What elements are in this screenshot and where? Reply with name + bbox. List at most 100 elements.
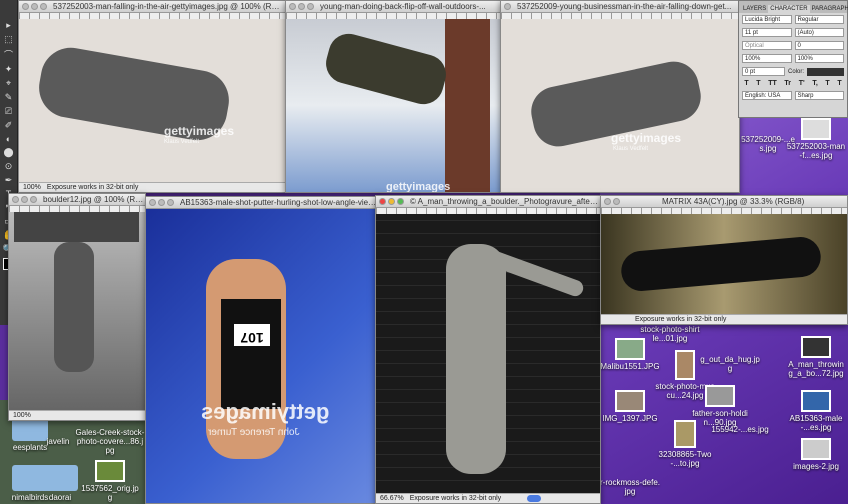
- title-bar[interactable]: 537252009-young-businessman-in-the-air-f…: [501, 1, 739, 13]
- desktop-file[interactable]: 537252003-man-f...es.jpg: [786, 118, 846, 160]
- close-button[interactable]: [12, 196, 19, 203]
- faux-italic-button[interactable]: T: [756, 80, 760, 87]
- status-text: Exposure works in 32-bit only: [635, 316, 727, 323]
- minimize-button[interactable]: [298, 3, 305, 10]
- document-window-shot-putter[interactable]: AB15363-male-shot-putter-hurling-shot-lo…: [145, 196, 380, 504]
- tab-layers[interactable]: LAYERS: [741, 5, 768, 13]
- document-window-matrix[interactable]: MATRIX 43A(CY).jpg @ 33.3% (RGB/8) Expos…: [600, 195, 848, 325]
- gradient-tool-icon[interactable]: ⬤: [3, 147, 13, 158]
- horizontal-scrollbar-thumb[interactable]: [527, 495, 542, 502]
- kerning-select[interactable]: Optical: [742, 41, 792, 50]
- strikethrough-button[interactable]: T: [837, 80, 841, 87]
- photo-canvas: [601, 214, 847, 314]
- desktop-file[interactable]: 155942-...es.jpg: [710, 425, 770, 434]
- crop-tool-icon[interactable]: ⌖: [6, 78, 11, 89]
- title-bar[interactable]: young-man-doing-back-flip-off-wall-outdo…: [286, 1, 500, 13]
- language-select[interactable]: English: USA: [742, 91, 792, 100]
- zoom-button[interactable]: [397, 198, 404, 205]
- superscript-button[interactable]: T': [799, 80, 805, 87]
- minimize-button[interactable]: [388, 198, 395, 205]
- desktop-file[interactable]: IMG_1397.JPG: [600, 390, 660, 423]
- tab-character[interactable]: CHARACTER: [768, 5, 810, 13]
- title-bar[interactable]: © A_man_throwing_a_boulder._Photogravure…: [376, 196, 600, 208]
- desktop-file[interactable]: g_out_da_hug.jpg: [700, 355, 760, 373]
- desktop-file[interactable]: A_man_throwing_a_bo...72.jpg: [786, 336, 846, 378]
- photo-canvas: 107 gettyimages John Terence Turner: [146, 209, 379, 503]
- close-button[interactable]: [504, 3, 511, 10]
- eraser-tool-icon[interactable]: ◐: [6, 134, 11, 144]
- document-window-businessman[interactable]: 537252009-young-businessman-in-the-air-f…: [500, 0, 740, 193]
- photo-canvas: [376, 214, 600, 493]
- close-button[interactable]: [379, 198, 386, 205]
- watermark: gettyimages: [201, 399, 330, 424]
- title-bar[interactable]: AB15363-male-shot-putter-hurling-shot-lo…: [146, 197, 379, 209]
- dodge-tool-icon[interactable]: ⊙: [5, 161, 13, 172]
- desktop-file[interactable]: 32308865-Two-...to.jpg: [655, 420, 715, 468]
- color-swatch[interactable]: [807, 67, 845, 76]
- baseline-shift-input[interactable]: 0 pt: [742, 67, 785, 76]
- vertical-scale-input[interactable]: 100%: [742, 54, 792, 63]
- document-window-back-flip[interactable]: young-man-doing-back-flip-off-wall-outdo…: [285, 0, 501, 193]
- close-button[interactable]: [149, 199, 156, 206]
- underline-button[interactable]: T: [825, 80, 829, 87]
- close-button[interactable]: [22, 3, 29, 10]
- status-bar: 100%: [9, 410, 145, 420]
- zoom-button[interactable]: [30, 196, 37, 203]
- athlete-vest: [221, 299, 281, 409]
- magic-wand-tool-icon[interactable]: ✦: [5, 64, 13, 75]
- zoom-button[interactable]: [167, 199, 174, 206]
- subscript-button[interactable]: T,: [812, 80, 817, 87]
- minimize-button[interactable]: [21, 196, 28, 203]
- document-window-boulder12[interactable]: boulder12.jpg @ 100% (RGB/8) 100%: [8, 193, 146, 421]
- desktop-file-1537562[interactable]: 1537562_orig.jpg: [80, 460, 140, 502]
- move-tool-icon[interactable]: ▸: [6, 20, 11, 31]
- zoom-button[interactable]: [307, 3, 314, 10]
- window-title: AB15363-male-shot-putter-hurling-shot-lo…: [180, 198, 379, 207]
- small-caps-button[interactable]: Tr: [784, 80, 791, 87]
- status-bar: 66.67% Exposure works in 32-bit only: [376, 493, 600, 503]
- lasso-tool-icon[interactable]: ⌒: [4, 48, 13, 61]
- font-family-select[interactable]: Lucida Bright: [742, 15, 792, 24]
- desktop-file[interactable]: AB15363-male-...es.jpg: [786, 390, 846, 432]
- folder-icon: [42, 465, 78, 491]
- history-brush-icon[interactable]: ✐: [5, 120, 13, 131]
- title-bar[interactable]: 537252003-man-falling-in-the-air-gettyim…: [19, 1, 285, 13]
- desktop-file[interactable]: Malibu1551.JPG: [600, 338, 660, 371]
- marquee-tool-icon[interactable]: ⬚: [4, 34, 13, 45]
- desktop-file-gales-creek[interactable]: Gales-Creek-stock-photo-covere...86.jpg: [75, 428, 145, 455]
- watermark: gettyimages: [611, 131, 682, 145]
- minimize-button[interactable]: [158, 199, 165, 206]
- desktop-file[interactable]: images-2.jpg: [786, 438, 846, 471]
- tab-paragraph[interactable]: PARAGRAPH: [810, 5, 848, 13]
- document-window-man-falling[interactable]: 537252003-man-falling-in-the-air-gettyim…: [18, 0, 286, 193]
- title-bar[interactable]: MATRIX 43A(CY).jpg @ 33.3% (RGB/8): [601, 196, 847, 208]
- stamp-tool-icon[interactable]: ⎚: [5, 106, 12, 117]
- photo-figure: [619, 235, 823, 293]
- horizontal-scale-input[interactable]: 100%: [794, 54, 844, 63]
- leading-select[interactable]: (Auto): [794, 28, 844, 37]
- font-style-select[interactable]: Regular: [794, 15, 844, 24]
- window-title: © A_man_throwing_a_boulder._Photogravure…: [410, 197, 600, 206]
- brush-tool-icon[interactable]: ✎: [5, 92, 13, 103]
- minimize-button[interactable]: [31, 3, 38, 10]
- title-bar[interactable]: boulder12.jpg @ 100% (RGB/8): [9, 194, 145, 206]
- window-title: 537252003-man-falling-in-the-air-gettyim…: [53, 2, 285, 11]
- photo-credit: John Terence Turner: [208, 427, 300, 438]
- all-caps-button[interactable]: TT: [768, 80, 777, 87]
- tracking-select[interactable]: 0: [794, 41, 844, 50]
- antialias-select[interactable]: Sharp: [794, 91, 844, 100]
- faux-bold-button[interactable]: T: [744, 80, 748, 87]
- close-button[interactable]: [289, 3, 296, 10]
- watermark: gettyimages: [164, 124, 235, 138]
- window-title: 537252009-young-businessman-in-the-air-f…: [517, 2, 732, 11]
- photo-canvas: gettyimages: [286, 19, 500, 192]
- font-size-select[interactable]: 11 pt: [742, 28, 792, 37]
- window-title: MATRIX 43A(CY).jpg @ 33.3% (RGB/8): [662, 197, 805, 206]
- minimize-button[interactable]: [613, 198, 620, 205]
- desktop-file[interactable]: r-rockmoss-defe.jpg: [600, 478, 660, 496]
- zoom-button[interactable]: [40, 3, 47, 10]
- close-button[interactable]: [604, 198, 611, 205]
- character-panel[interactable]: LAYERS CHARACTER PARAGRAPH Lucida Bright Re…: [738, 0, 848, 118]
- document-window-man-throwing-boulder[interactable]: © A_man_throwing_a_boulder._Photogravure…: [375, 195, 601, 504]
- pen-tool-icon[interactable]: ✒: [5, 175, 13, 186]
